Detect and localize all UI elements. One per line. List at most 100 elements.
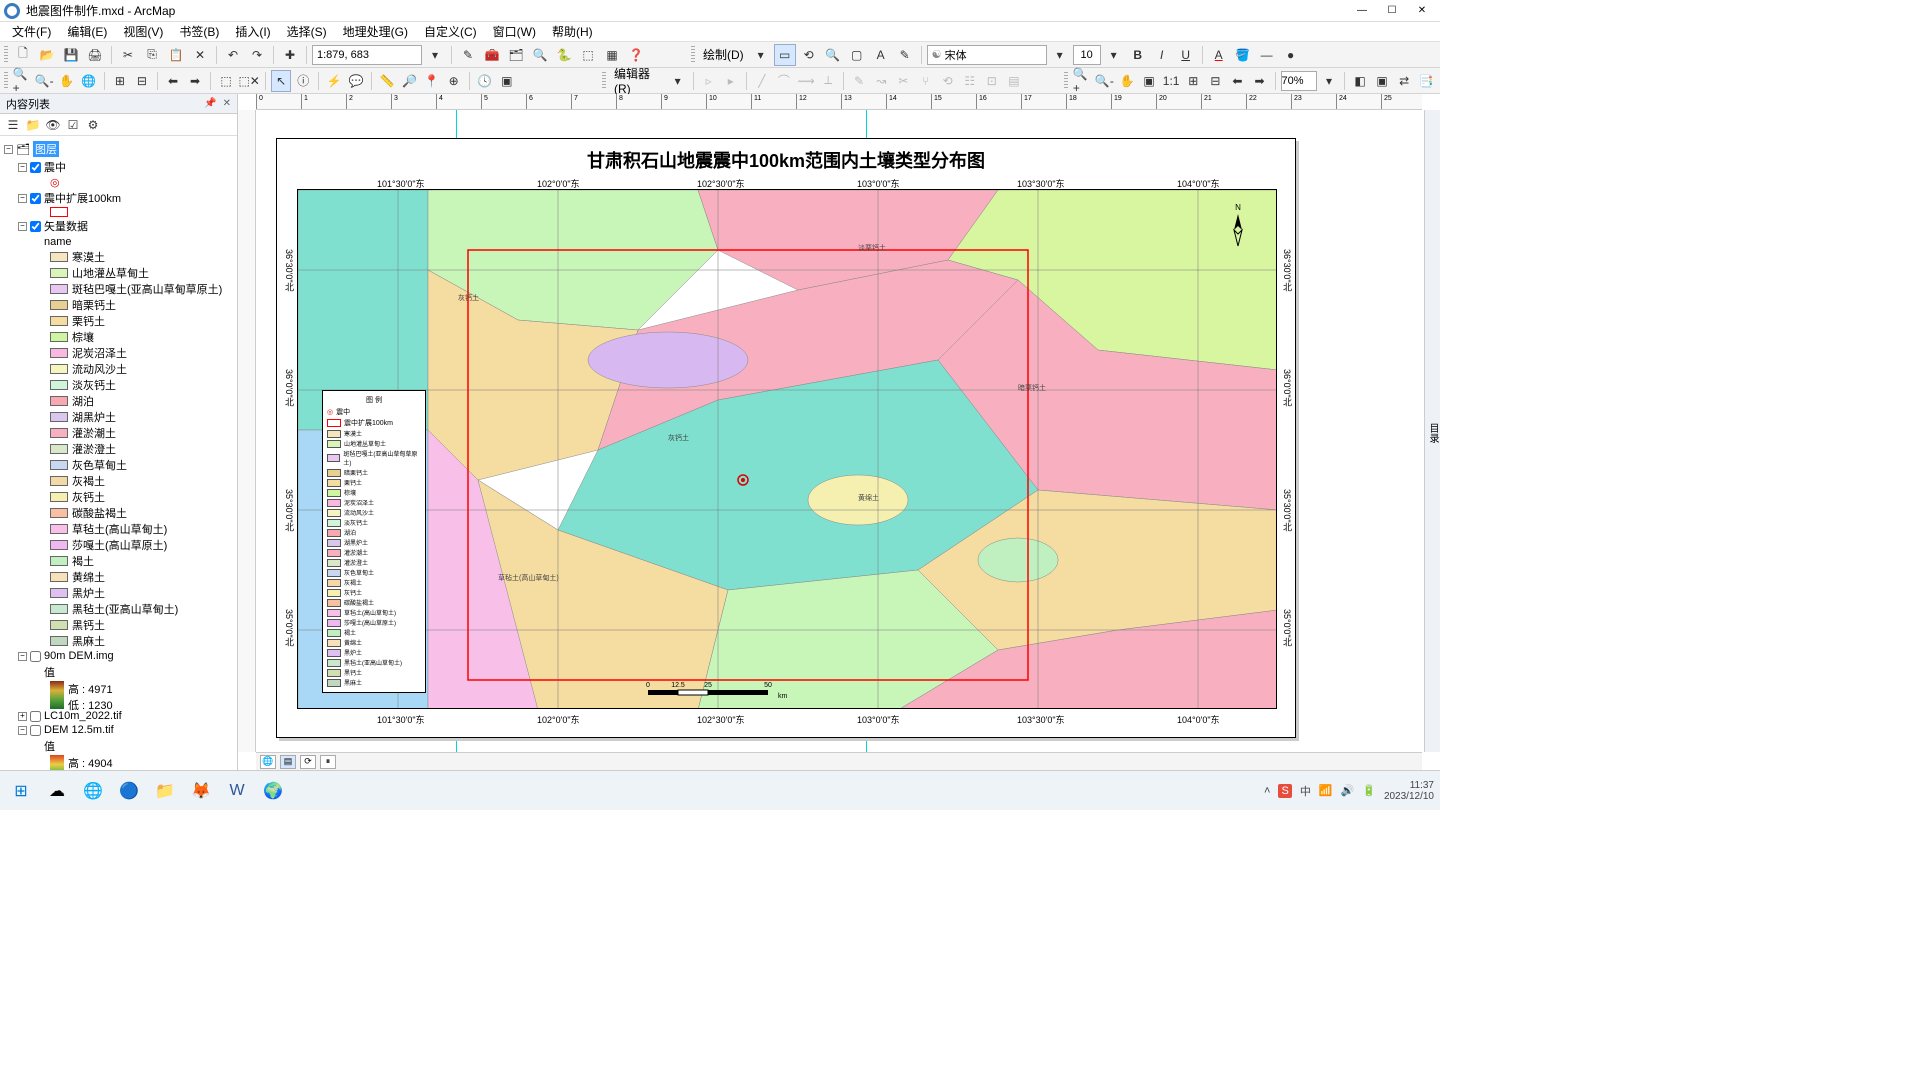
soil-class-row[interactable]: 碳酸盐褐土 xyxy=(2,505,235,521)
layout-zoom-input[interactable]: 70% xyxy=(1281,71,1317,91)
tray-ime-icon[interactable]: S xyxy=(1278,784,1291,798)
close-button[interactable]: ✕ xyxy=(1408,2,1436,20)
layout-canvas[interactable]: 甘肃积石山地震震中100km范围内土壤类型分布图 101°30'0"东102°0… xyxy=(256,110,1422,752)
reshape-button[interactable]: ↝ xyxy=(871,70,891,92)
fixed-zoomin-button[interactable]: ⊞ xyxy=(110,70,130,92)
add-data-button[interactable]: ✚ xyxy=(279,44,301,66)
soil-class-row[interactable]: 寒漠土 xyxy=(2,249,235,265)
start-button[interactable]: ⊞ xyxy=(6,776,36,806)
search-button[interactable]: 🔍 xyxy=(529,44,551,66)
layer-label[interactable]: 90m DEM.img xyxy=(44,650,114,662)
edit-annotation-button[interactable]: ▸ xyxy=(721,70,741,92)
font-dropdown-icon[interactable]: ▾ xyxy=(1049,44,1071,66)
clear-selection-button[interactable]: ⬚✕ xyxy=(238,70,260,92)
trace-button[interactable]: ⟿ xyxy=(796,70,816,92)
menu-selection[interactable]: 选择(S) xyxy=(279,21,335,42)
toggle-draft-button[interactable]: ◧ xyxy=(1350,70,1370,92)
map-legend[interactable]: 图 例 ◎震中 震中扩展100km 寒漠土山地灌丛草甸土斑毡巴嘎土(亚高山草甸草… xyxy=(322,390,426,693)
scale-input[interactable]: 1:879, 683 xyxy=(312,45,422,65)
expand-icon[interactable]: + xyxy=(18,712,27,721)
layer-item[interactable]: − 震中 xyxy=(2,158,235,176)
menu-customize[interactable]: 自定义(C) xyxy=(416,21,485,42)
soil-class-row[interactable]: 灰钙土 xyxy=(2,489,235,505)
layout-back-button[interactable]: ⬅ xyxy=(1227,70,1247,92)
findroute-button[interactable]: 📍 xyxy=(422,70,442,92)
full-extent-button[interactable]: 🌐 xyxy=(79,70,99,92)
endpoint-arc-button[interactable]: ⌒ xyxy=(774,70,794,92)
rect-button[interactable]: ▢ xyxy=(846,44,868,66)
layout-zoom-dropdown[interactable]: ▾ xyxy=(1319,70,1339,92)
layout-zoomin-button[interactable]: 🔍+ xyxy=(1072,70,1092,92)
toolbar-grip[interactable] xyxy=(4,72,8,90)
toolbar-grip[interactable] xyxy=(691,46,695,64)
options-icon[interactable]: ⚙ xyxy=(84,116,102,134)
python-button[interactable]: 🐍 xyxy=(553,44,575,66)
taskbar-chrome[interactable]: 🌐 xyxy=(78,776,108,806)
refresh-button[interactable]: ⟳ xyxy=(300,755,316,769)
soil-class-row[interactable]: 山地灌丛草甸土 xyxy=(2,265,235,281)
create-features-button[interactable]: ▤ xyxy=(1004,70,1024,92)
toolbox-button[interactable]: 🧰 xyxy=(481,44,503,66)
data-view-button[interactable]: 🌐 xyxy=(260,755,276,769)
layout-zoomout-button[interactable]: 🔍- xyxy=(1094,70,1115,92)
menu-geoprocessing[interactable]: 地理处理(G) xyxy=(335,21,416,42)
soil-class-row[interactable]: 黄绵土 xyxy=(2,569,235,585)
scale-dropdown[interactable]: ▾ xyxy=(424,44,446,66)
menu-edit[interactable]: 编辑(E) xyxy=(59,21,115,42)
hyperlink-button[interactable]: ⚡ xyxy=(324,70,344,92)
tray-battery-icon[interactable]: 🔋 xyxy=(1362,784,1376,797)
list-by-drawing-icon[interactable]: ☰ xyxy=(4,116,22,134)
fixed-zoomout-button[interactable]: ⊟ xyxy=(132,70,152,92)
soil-class-row[interactable]: 暗栗钙土 xyxy=(2,297,235,313)
identify-button[interactable]: ⓘ xyxy=(293,70,313,92)
sketch-props-button[interactable]: ⊡ xyxy=(982,70,1002,92)
menu-window[interactable]: 窗口(W) xyxy=(485,21,544,42)
open-button[interactable]: 📂 xyxy=(36,44,58,66)
layer-checkbox[interactable] xyxy=(30,221,41,232)
modelbuilder-button[interactable]: ⬚ xyxy=(577,44,599,66)
help-context-button[interactable]: ❓ xyxy=(625,44,647,66)
soil-class-row[interactable]: 草毡土(高山草甸土) xyxy=(2,521,235,537)
map-frame[interactable]: N 灰钙土 淡栗钙土 灰钙土 黄绵土 草毡土(高山草甸土) 暗栗钙土 xyxy=(297,189,1277,709)
html-popup-button[interactable]: 💬 xyxy=(346,70,366,92)
taskbar-app[interactable]: ☁ xyxy=(42,776,72,806)
expand-icon[interactable]: − xyxy=(18,726,27,735)
save-button[interactable]: 💾 xyxy=(60,44,82,66)
tray-lang-icon[interactable]: 中 xyxy=(1300,783,1311,799)
layer-item[interactable]: − 矢量数据 xyxy=(2,217,235,235)
edit-tool-button[interactable]: ▹ xyxy=(699,70,719,92)
toc-root[interactable]: − 🗂 图层 xyxy=(2,140,235,158)
select-features-button[interactable]: ⬚ xyxy=(216,70,236,92)
map-layout-view[interactable]: 0123456789101112131415161718192021222324… xyxy=(238,94,1440,770)
split-button[interactable]: ⑂ xyxy=(915,70,935,92)
straight-segment-button[interactable]: ╱ xyxy=(752,70,772,92)
list-by-visibility-icon[interactable]: 👁 xyxy=(44,116,62,134)
ruler-vertical[interactable] xyxy=(238,110,256,752)
map-title[interactable]: 甘肃积石山地震震中100km范围内土壤类型分布图 xyxy=(277,147,1295,173)
layout-fixed-out-button[interactable]: ⊟ xyxy=(1205,70,1225,92)
layer-label[interactable]: DEM 12.5m.tif xyxy=(44,724,114,736)
expand-icon[interactable]: − xyxy=(18,652,27,661)
expand-icon[interactable]: − xyxy=(18,194,27,203)
right-angle-button[interactable]: ⟂ xyxy=(818,70,838,92)
pin-icon[interactable]: 📌 xyxy=(204,98,216,109)
toc-close-icon[interactable]: ✕ xyxy=(223,98,231,109)
layer-label[interactable]: 震中扩展100km xyxy=(44,190,121,206)
focus-dataframe-button[interactable]: ▣ xyxy=(1372,70,1392,92)
layer-item[interactable]: − DEM 12.5m.tif xyxy=(2,723,235,737)
menu-help[interactable]: 帮助(H) xyxy=(544,21,601,42)
redo-button[interactable]: ↷ xyxy=(246,44,268,66)
taskbar-firefox[interactable]: 🦊 xyxy=(186,776,216,806)
taskbar-arcmap[interactable]: 🌍 xyxy=(258,776,288,806)
find-button[interactable]: 🔎 xyxy=(399,70,419,92)
soil-class-row[interactable]: 灰褐土 xyxy=(2,473,235,489)
tray-clock[interactable]: 11:37 2023/12/10 xyxy=(1384,780,1434,802)
undo-button[interactable]: ↶ xyxy=(222,44,244,66)
editor-label[interactable]: 编辑器(R) xyxy=(610,65,666,96)
expand-icon[interactable]: − xyxy=(18,222,27,231)
draw-label[interactable]: 绘制(D) xyxy=(699,46,748,63)
layer-item[interactable]: − 90m DEM.img xyxy=(2,649,235,663)
layer-label[interactable]: LC10m_2022.tif xyxy=(44,710,122,722)
soil-class-row[interactable]: 泥炭沼泽土 xyxy=(2,345,235,361)
layer-item[interactable]: + LC10m_2022.tif xyxy=(2,709,235,723)
